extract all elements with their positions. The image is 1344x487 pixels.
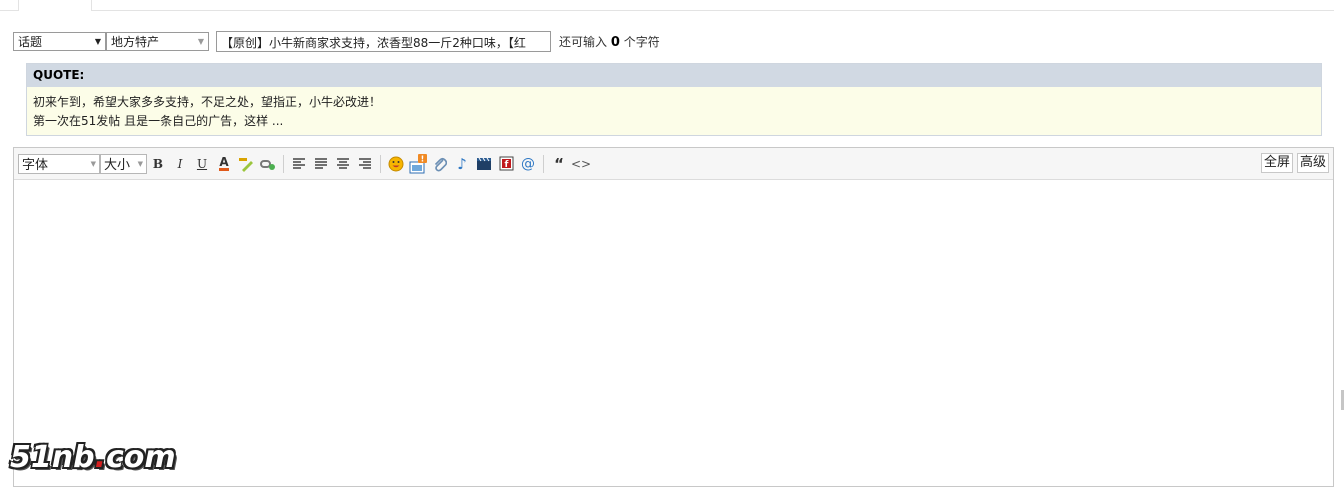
- font-size-select[interactable]: 大小 ▼: [100, 153, 147, 174]
- svg-text:!: !: [421, 154, 425, 163]
- bold-button[interactable]: B: [147, 153, 169, 175]
- flash-icon: f: [499, 156, 513, 171]
- highlight-pen-icon: [239, 157, 253, 172]
- quote-line-1: 初来乍到，希望大家多多支持，不足之处，望指正，小牛必改进！: [33, 95, 382, 109]
- audio-button[interactable]: ♪: [451, 153, 473, 175]
- at-sign-icon: @: [521, 155, 535, 172]
- underline-button[interactable]: U: [191, 153, 213, 175]
- video-clapper-icon: [477, 157, 491, 170]
- image-icon: !: [409, 153, 427, 173]
- mention-button[interactable]: @: [517, 153, 539, 175]
- video-button[interactable]: [473, 153, 495, 175]
- svg-text:f: f: [504, 160, 508, 170]
- watermark-dot: .: [94, 440, 106, 475]
- music-note-icon: ♪: [457, 154, 467, 173]
- paperclip-icon: [434, 157, 447, 171]
- font-select-label: 字体: [22, 158, 49, 173]
- flash-button[interactable]: f: [495, 153, 517, 175]
- align-justify-icon: [315, 157, 327, 169]
- size-select-label: 大小: [104, 158, 131, 173]
- chevron-down-icon: ▼: [137, 159, 143, 168]
- toolbar-separator: [380, 154, 381, 173]
- right-buttons: 全屏 高级: [1260, 153, 1329, 173]
- rich-text-editor: 字体 ▼ 大小 ▼ B I U A ! ♪ f @ “ <> 全屏 高级: [13, 147, 1334, 487]
- link-icon: [260, 159, 275, 170]
- subject-input[interactable]: 【原创】小牛新商家求支持，浓香型88一斤2种口味，【红: [216, 31, 551, 52]
- image-button[interactable]: !: [407, 153, 429, 175]
- align-left-button[interactable]: [288, 153, 310, 175]
- align-right-icon: [359, 157, 371, 169]
- font-color-button[interactable]: A: [213, 153, 235, 175]
- watermark-part1: 51nb: [10, 440, 95, 475]
- toolbar-separator: [543, 154, 544, 173]
- active-tab[interactable]: [18, 0, 92, 11]
- font-color-icon: A: [219, 154, 229, 171]
- chevron-down-icon: ▼: [94, 37, 101, 46]
- region-value: 地方特产: [111, 35, 160, 49]
- remain-suffix: 个字符: [623, 35, 660, 49]
- remain-prefix: 还可输入: [559, 35, 608, 49]
- italic-button[interactable]: I: [169, 153, 191, 175]
- region-select[interactable]: 地方特产 ▼: [106, 32, 209, 51]
- align-left-icon: [293, 157, 305, 169]
- chevron-down-icon: ▼: [90, 159, 96, 168]
- chevron-down-icon: ▼: [197, 37, 204, 46]
- editor-toolbar: 字体 ▼ 大小 ▼ B I U A ! ♪ f @ “ <> 全屏 高级: [14, 148, 1333, 180]
- site-watermark: 51nb.com: [10, 440, 176, 475]
- font-family-select[interactable]: 字体 ▼: [18, 153, 100, 174]
- topic-type-select[interactable]: 话题 ▼: [13, 32, 106, 51]
- align-center-button[interactable]: [332, 153, 354, 175]
- align-justify-button[interactable]: [310, 153, 332, 175]
- smiley-icon: [388, 156, 404, 171]
- watermark-part2: com: [106, 440, 176, 475]
- code-button[interactable]: <>: [570, 153, 592, 175]
- char-remaining: 还可输入 0 个字符: [559, 33, 660, 50]
- remain-count: 0: [610, 35, 620, 50]
- attachment-button[interactable]: [429, 153, 451, 175]
- link-button[interactable]: [257, 153, 279, 175]
- subject-row: 话题 ▼ 地方特产 ▼ 【原创】小牛新商家求支持，浓香型88一斤2种口味，【红 …: [13, 31, 660, 52]
- topic-type-value: 话题: [18, 35, 43, 49]
- align-center-icon: [337, 157, 349, 169]
- toolbar-separator: [283, 154, 284, 173]
- smiley-button[interactable]: [385, 153, 407, 175]
- quote-header: QUOTE:: [27, 64, 1321, 87]
- quote-body: 初来乍到，希望大家多多支持，不足之处，望指正，小牛必改进！ 第一次在51发帖 且…: [27, 87, 1321, 135]
- editor-content-area[interactable]: [14, 180, 1333, 486]
- advanced-button[interactable]: 高级: [1296, 153, 1329, 173]
- background-color-button[interactable]: [235, 153, 257, 175]
- tab-strip: [0, 0, 1334, 11]
- quote-button[interactable]: “: [548, 153, 570, 175]
- align-right-button[interactable]: [354, 153, 376, 175]
- quote-block: QUOTE: 初来乍到，希望大家多多支持，不足之处，望指正，小牛必改进！ 第一次…: [26, 63, 1322, 136]
- fullscreen-button[interactable]: 全屏: [1260, 153, 1293, 173]
- quote-line-2: 第一次在51发帖 且是一条自己的广告，这样 ...: [33, 114, 284, 128]
